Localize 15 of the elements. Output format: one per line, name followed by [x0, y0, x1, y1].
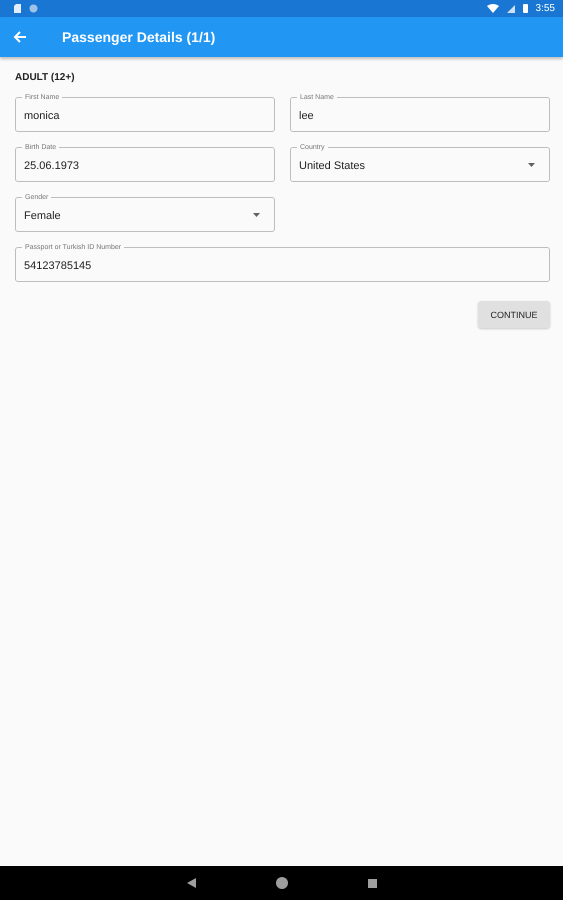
back-button[interactable]: [12, 29, 28, 45]
recents-icon[interactable]: [368, 878, 376, 888]
battery-icon: [522, 4, 528, 13]
continue-button[interactable]: CONTINUE: [478, 301, 550, 328]
section-title: ADULT (12+): [15, 72, 76, 83]
caret-icon: [253, 212, 260, 216]
back-icon[interactable]: [186, 878, 196, 888]
sync-icon: [29, 4, 38, 13]
home-icon[interactable]: [276, 877, 288, 889]
caret-icon: [528, 162, 535, 166]
status-time: 3:55: [536, 3, 555, 14]
signal-icon: [506, 4, 515, 12]
sd-card-icon: [14, 4, 21, 13]
wifi-icon: [486, 4, 499, 13]
page-title: Passenger Details (1/1): [62, 29, 216, 45]
